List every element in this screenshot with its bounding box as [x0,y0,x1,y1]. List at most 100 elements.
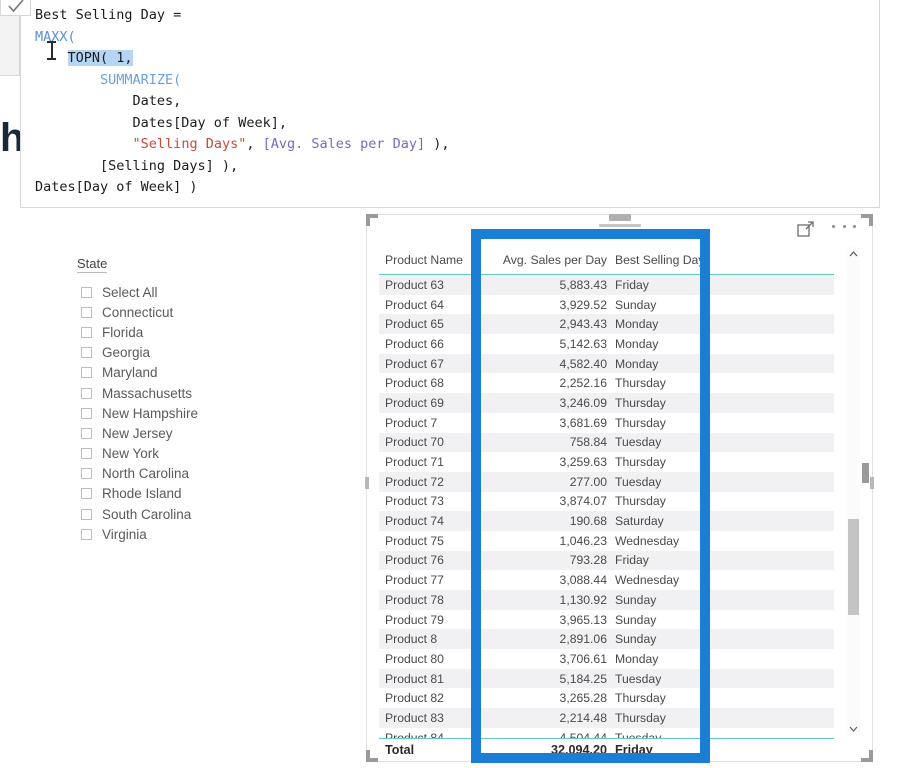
checkbox-icon[interactable] [81,326,92,338]
cell-avg-sales: 758.84 [569,435,607,450]
dax-arg-day-of-week: Dates[Day of Week], [35,114,287,131]
cell-avg-sales: 2,252.16 [559,376,607,391]
table-row[interactable]: Product 77 3,088.44 Wednesday [379,570,834,590]
column-header-avg-sales-per-day[interactable]: Avg. Sales per Day [489,253,614,267]
visual-header [367,214,872,243]
checkbox-icon[interactable] [81,387,92,399]
slicer-item[interactable]: Rhode Island [77,484,307,504]
cell-product-name: Product 68 [385,376,444,391]
cell-best-selling-day: Sunday [615,632,657,647]
checkbox-icon[interactable] [81,508,92,520]
slicer-item[interactable]: New York [77,444,307,464]
slicer-item[interactable]: Georgia [77,343,307,363]
checkbox-icon[interactable] [81,347,92,359]
table-body: Product 63 5,883.43 Friday Product 64 3,… [379,275,834,738]
checkbox-icon[interactable] [81,448,92,460]
table-row[interactable]: Product 73 3,874.07 Thursday [379,492,834,512]
table-row[interactable]: Product 82 3,265.28 Thursday [379,688,834,708]
checkbox-icon[interactable] [81,367,92,379]
slicer-item[interactable]: Maryland [77,363,307,383]
slicer-item[interactable]: North Carolina [77,464,307,484]
slicer-item[interactable]: Massachusetts [77,383,307,403]
table-row[interactable]: Product 66 5,142.63 Monday [379,334,834,354]
cell-product-name: Product 65 [385,317,444,332]
dax-selected-topn[interactable]: TOPN( 1, [67,50,133,66]
cell-avg-sales: 2,943.43 [559,317,607,332]
dax-formula-editor[interactable]: Best Selling Day = MAXX( TOPN( 1, SUMMAR… [20,0,880,208]
checkbox-icon[interactable] [81,427,92,439]
table-row[interactable]: Product 69 3,246.09 Thursday [379,393,834,413]
dax-arg-dates: Dates, [35,93,182,109]
checkbox-icon[interactable] [81,528,92,540]
resize-handle-bottom-left[interactable] [366,750,378,762]
screenshot-root: ha Best Selling Day = MAXX( TOPN( 1, SUM… [0,0,905,768]
table-row[interactable]: Product 71 3,259.63 Thursday [379,452,834,472]
slicer-item[interactable]: Florida [77,322,307,342]
scrollbar-edge-marker [862,463,869,483]
table-row[interactable]: Product 8 2,891.06 Sunday [379,629,834,650]
table-row[interactable]: Product 72 277.00 Tuesday [379,471,834,492]
cell-avg-sales: 1,046.23 [559,533,607,548]
slicer-item[interactable]: Connecticut [77,302,307,322]
table-total-row: Total 32,094.20 Friday [379,738,834,760]
dax-string-selling-days: "Selling Days" [132,136,247,152]
table-visual[interactable]: Product Name Avg. Sales per Day Best Sel… [365,214,874,762]
table-row[interactable]: Product 65 2,943.43 Monday [379,314,834,335]
cell-product-name: Product 82 [385,691,444,706]
dax-code-block[interactable]: Best Selling Day = MAXX( TOPN( 1, SUMMAR… [35,5,450,199]
slicer-item[interactable]: New Jersey [77,423,307,443]
commit-formula-button[interactable] [0,0,31,16]
checkbox-icon[interactable] [81,468,92,480]
table-row[interactable]: Product 75 1,046.23 Wednesday [379,531,834,551]
table-row[interactable]: Product 67 4,582.40 Monday [379,353,834,374]
checkbox-icon[interactable] [81,407,92,419]
text-cursor-ibeam [47,41,56,60]
drag-handle-icon[interactable] [598,211,641,233]
table-row[interactable]: Product 81 5,184.25 Tuesday [379,668,834,689]
checkbox-icon[interactable] [81,286,92,298]
more-options-icon[interactable] [832,225,856,228]
table-row[interactable]: Product 63 5,883.43 Friday [379,275,834,295]
state-slicer[interactable]: State Select All Connecticut Florida Geo… [77,255,307,544]
cell-product-name: Product 77 [385,573,444,588]
focus-mode-icon[interactable] [797,221,814,238]
chevron-down-icon[interactable] [847,722,860,735]
cell-avg-sales: 3,246.09 [559,395,607,410]
table-row[interactable]: Product 80 3,706.61 Monday [379,649,834,669]
resize-handle-bottom-right[interactable] [861,750,873,762]
cell-best-selling-day: Thursday [615,710,666,725]
table-row[interactable]: Product 78 1,130.92 Sunday [379,590,834,610]
table-row[interactable]: Product 68 2,252.16 Thursday [379,373,834,393]
table-row[interactable]: Product 79 3,965.13 Sunday [379,610,834,630]
cell-product-name: Product 72 [385,474,444,489]
column-header-product-name[interactable]: Product Name [379,253,489,267]
formula-editor-left-rail [0,16,20,76]
cell-best-selling-day: Monday [615,336,659,351]
cell-product-name: Product 71 [385,455,444,470]
cell-product-name: Product 73 [385,494,444,509]
chevron-up-icon[interactable] [847,247,860,260]
cell-best-selling-day: Friday [615,553,649,568]
table-row[interactable]: Product 76 793.28 Friday [379,550,834,571]
slicer-item[interactable]: New Hampshire [77,403,307,423]
checkbox-icon[interactable] [81,488,92,500]
cell-avg-sales: 3,088.44 [559,573,607,588]
slicer-item[interactable]: Virginia [77,524,307,544]
resize-handle-right[interactable] [870,477,874,489]
slicer-item[interactable]: South Carolina [77,504,307,524]
column-header-best-selling-day[interactable]: Best Selling Day [614,253,724,267]
cell-product-name: Product 83 [385,710,444,725]
resize-handle-left[interactable] [365,477,369,489]
table-row[interactable]: Product 83 2,214.48 Thursday [379,708,834,728]
cell-avg-sales: 1,130.92 [559,592,607,607]
slicer-item[interactable]: Select All [77,282,307,302]
table-row[interactable]: Product 7 3,681.69 Thursday [379,413,834,433]
scrollbar-thumb[interactable] [848,519,859,615]
vertical-scrollbar[interactable] [847,247,869,735]
table-row[interactable]: Product 64 3,929.52 Sunday [379,295,834,315]
table-row-partially-visible[interactable]: Product 84 4,504.44 Tuesday [379,728,834,738]
table-row[interactable]: Product 70 758.84 Tuesday [379,432,834,453]
checkbox-icon[interactable] [81,306,92,318]
table-row[interactable]: Product 74 190.68 Saturday [379,511,834,531]
cell-product-name: Product 70 [385,435,444,450]
